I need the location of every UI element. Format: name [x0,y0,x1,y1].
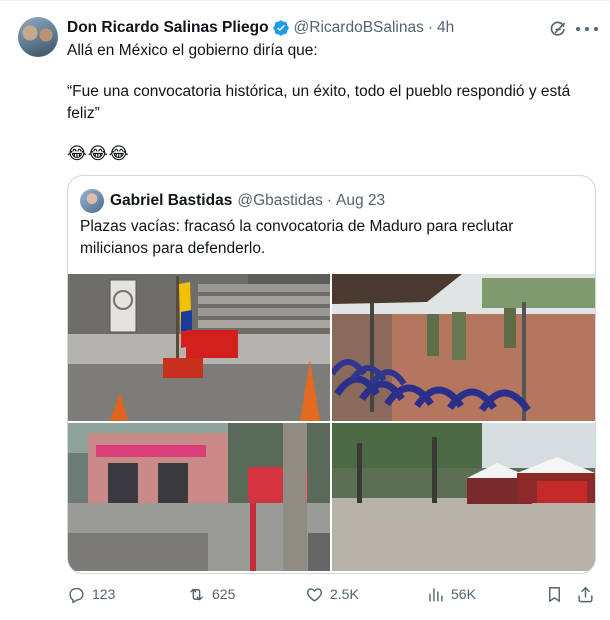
view-count: 56K [451,586,476,602]
repost-icon [190,588,203,600]
views-button[interactable]: 56K [426,581,476,607]
bookmark-icon [549,586,560,602]
share-button[interactable] [576,581,595,607]
like-icon [306,587,323,602]
quoted-tweet[interactable]: Gabriel Bastidas @Gbastidas · Aug 23 Pla… [67,175,596,574]
photo-plaza-steps[interactable] [68,274,330,421]
tweet-header: Don Ricardo Salinas Pliego @RicardoBSali… [67,18,454,38]
media-grid [68,274,595,573]
quoted-post-date[interactable]: Aug 23 [336,192,385,210]
tweet-text-quote: “Fue una convocatoria histórica, un éxit… [67,83,571,122]
quoted-tweet-header: Gabriel Bastidas @Gbastidas · Aug 23 [110,190,385,212]
repost-button[interactable]: 625 [187,581,235,607]
tweet[interactable]: Don Ricardo Salinas Pliego @RicardoBSali… [0,0,610,620]
like-count: 2.5K [330,586,359,602]
photo-pink-building[interactable] [68,423,330,571]
tweet-emojis: 😂😂😂 [67,144,130,163]
views-icon [429,587,443,602]
repost-count: 625 [212,586,236,602]
post-time[interactable]: 4h [437,19,454,37]
quoted-author-handle[interactable]: @Gbastidas [237,192,323,210]
like-button[interactable]: 2.5K [305,581,359,607]
reply-count: 123 [92,586,116,602]
share-icon [578,586,593,602]
separator-dot: · [427,19,434,36]
photo-park-tents[interactable] [332,423,595,571]
reply-icon [69,587,84,603]
verified-badge-icon [272,20,289,36]
reply-button[interactable]: 123 [67,581,115,607]
quoted-tweet-text: Plazas vacías: fracasó la convocatoria d… [80,218,514,257]
separator-dot: · [326,192,333,209]
bookmark-button[interactable] [545,581,564,607]
author-name[interactable]: Don Ricardo Salinas Pliego [67,19,269,37]
author-handle[interactable]: @RicardoBSalinas [294,19,424,37]
author-avatar[interactable] [18,17,58,57]
action-bar: 123 625 2.5K 56K [67,581,597,607]
tweet-text-line1: Allá en México el gobierno diría que: [67,42,318,59]
photo-tent-chairs[interactable] [332,274,595,421]
more-icon[interactable] [576,19,598,39]
quoted-author-name[interactable]: Gabriel Bastidas [110,192,232,210]
quoted-author-avatar[interactable] [80,189,104,213]
grok-icon[interactable] [548,19,568,39]
